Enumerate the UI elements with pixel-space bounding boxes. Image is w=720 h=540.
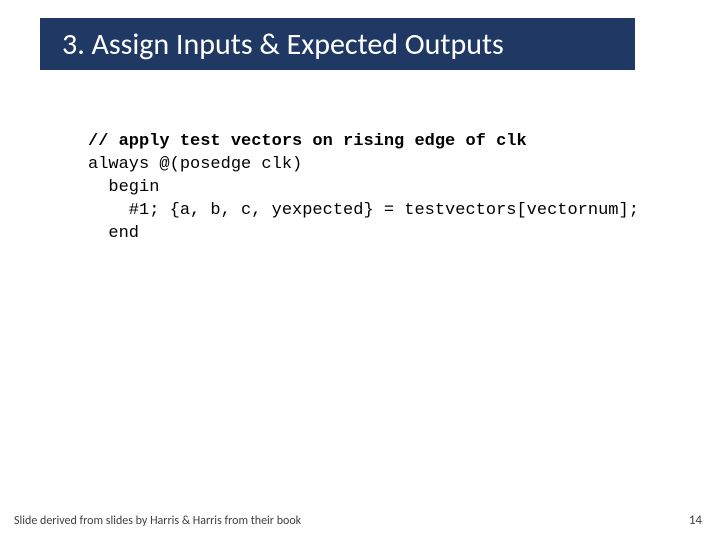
- slide-title-bar: 3. Assign Inputs & Expected Outputs: [40, 18, 635, 70]
- code-line-1: always @(posedge clk): [88, 155, 302, 174]
- code-line-3: #1; {a, b, c, yexpected} = testvectors[v…: [88, 201, 639, 220]
- footer-attribution: Slide derived from slides by Harris & Ha…: [14, 514, 301, 528]
- code-block: // apply test vectors on rising edge of …: [88, 108, 639, 246]
- code-line-2: begin: [88, 178, 159, 197]
- code-line-4: end: [88, 224, 139, 243]
- page-number: 14: [689, 513, 702, 528]
- slide-title: 3. Assign Inputs & Expected Outputs: [62, 26, 504, 63]
- code-comment: // apply test vectors on rising edge of …: [88, 132, 527, 151]
